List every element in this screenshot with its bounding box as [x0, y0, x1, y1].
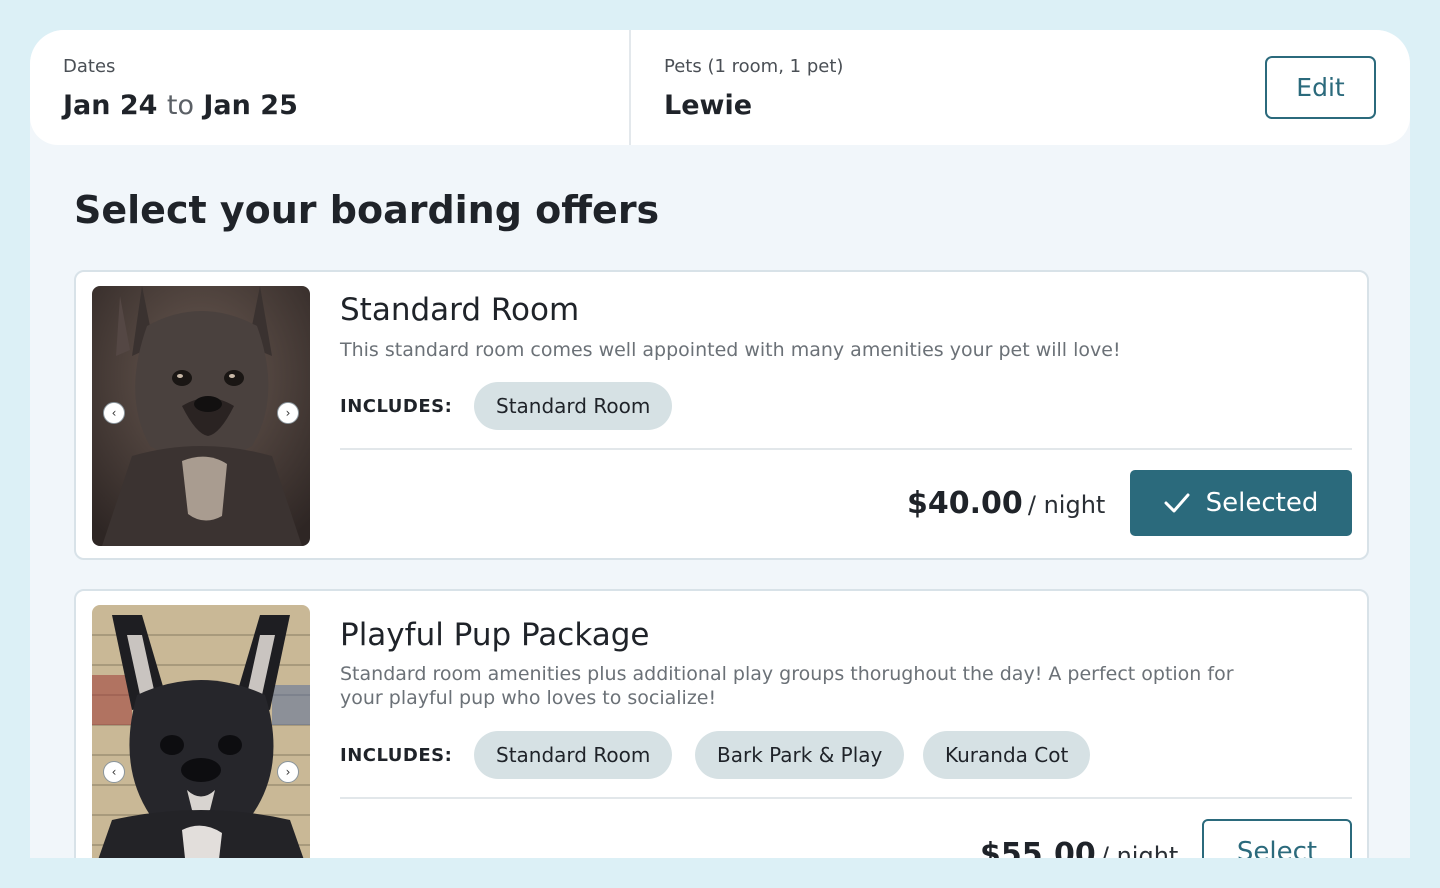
booking-panel: Dates Jan 24 to Jan 25 Pets (1 room, 1 p… — [30, 30, 1410, 858]
date-range: Jan 24 to Jan 25 — [63, 90, 298, 121]
price-amount: $55.00 — [980, 837, 1096, 858]
chevron-left-icon[interactable]: ‹ — [103, 761, 125, 783]
amenity-chip: Standard Room — [474, 731, 673, 779]
edit-button[interactable]: Edit — [1265, 56, 1376, 119]
checkmark-icon — [1164, 493, 1190, 513]
select-button[interactable]: Select — [1202, 819, 1352, 858]
header-divider — [629, 30, 631, 145]
chevron-right-icon[interactable]: › — [277, 761, 299, 783]
selected-button-label: Selected — [1205, 488, 1319, 518]
includes-label: INCLUDES: — [340, 396, 453, 417]
booking-summary-header: Dates Jan 24 to Jan 25 Pets (1 room, 1 p… — [30, 30, 1410, 145]
price-unit: / night — [1100, 842, 1179, 858]
card-divider — [340, 448, 1352, 450]
dates-label: Dates — [63, 56, 116, 77]
dog-photo — [92, 605, 310, 858]
offer-photo: ‹ › — [92, 286, 310, 546]
offer-title: Standard Room — [340, 292, 580, 328]
pet-name: Lewie — [664, 90, 753, 121]
offer-description: Standard room amenities plus additional … — [340, 663, 1234, 709]
offer-card: ‹ › Standard Room This standard room com… — [74, 270, 1369, 560]
chevron-left-icon[interactable]: ‹ — [103, 402, 125, 424]
date-to-word: to — [166, 90, 194, 121]
chevron-right-icon[interactable]: › — [277, 402, 299, 424]
offer-card: ‹ › Playful Pup Package Standard room am… — [74, 589, 1369, 858]
selected-button[interactable]: Selected — [1130, 470, 1352, 536]
amenity-chip: Standard Room — [474, 382, 673, 430]
amenity-chip: Bark Park & Play — [695, 731, 905, 779]
offer-price: $55.00 / night — [980, 837, 1178, 858]
amenity-chip: Kuranda Cot — [923, 731, 1091, 779]
includes-label: INCLUDES: — [340, 745, 453, 766]
page-title: Select your boarding offers — [74, 188, 660, 232]
offer-price: $40.00 / night — [907, 486, 1105, 521]
date-from: Jan 24 — [63, 90, 158, 121]
price-amount: $40.00 — [907, 486, 1023, 521]
card-divider — [340, 797, 1352, 799]
offer-photo: ‹ › — [92, 605, 310, 858]
offer-description: This standard room comes well appointed … — [340, 339, 1121, 361]
pets-label: Pets (1 room, 1 pet) — [664, 56, 844, 77]
date-to: Jan 25 — [203, 90, 298, 121]
offer-title: Playful Pup Package — [340, 617, 650, 653]
price-unit: / night — [1027, 491, 1106, 519]
